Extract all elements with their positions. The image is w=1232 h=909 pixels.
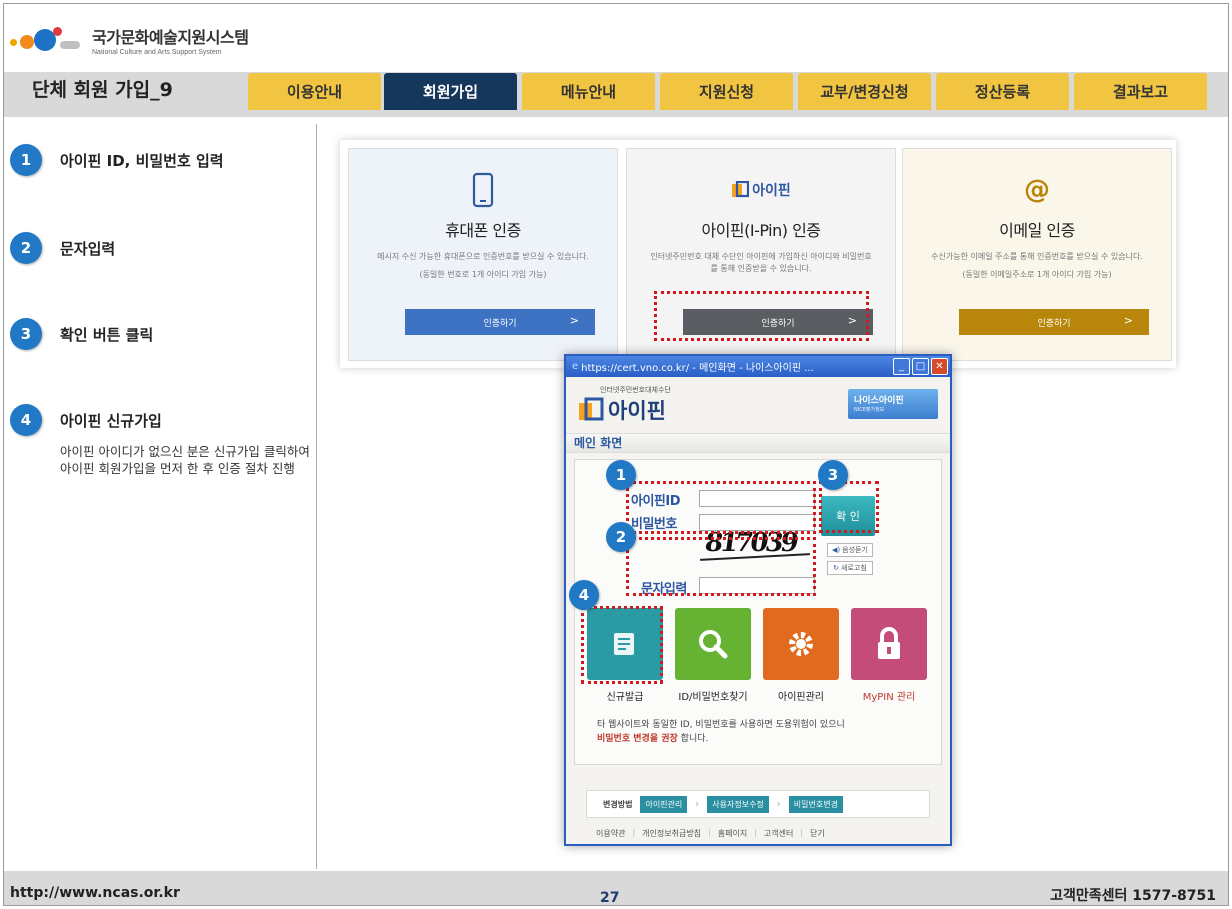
find-id-password-tile[interactable] bbox=[675, 608, 751, 680]
popup-titlebar[interactable]: e https://cert.vno.co.kr/ - 메인화면 - 나이스아이… bbox=[566, 356, 950, 377]
tile-label: MyPIN 관리 bbox=[862, 692, 916, 703]
change-step[interactable]: 비밀번호변경 bbox=[788, 795, 843, 813]
step-4-description: 아이핀 아이디가 없으신 분은 신규가입 클릭하여 아이핀 회원가입을 먼저 한… bbox=[60, 444, 310, 476]
card-desc: 인터넷주민번호 대체 수단인 아이핀에 가입하신 아이디와 비밀번호를 통해 인… bbox=[650, 252, 872, 273]
tab-1[interactable]: 이용안내 bbox=[248, 73, 381, 110]
close-icon[interactable]: ✕ bbox=[931, 358, 948, 375]
maximize-icon[interactable]: □ bbox=[912, 358, 929, 375]
ipin-caption: 인터넷주민번호대체수단 bbox=[600, 386, 671, 394]
speaker-icon: ◀) bbox=[832, 546, 841, 554]
nice-ipin-badge: 나이스아이핀 NICE평가정보 bbox=[848, 389, 938, 419]
highlight-new-issue bbox=[581, 606, 663, 684]
step-1: 1 아이핀 ID, 비밀번호 입력 bbox=[10, 144, 224, 176]
change-step[interactable]: 사용자정보수정 bbox=[707, 795, 769, 813]
ipin-manage-tile[interactable] bbox=[763, 608, 839, 680]
tab-3[interactable]: 메뉴안내 bbox=[522, 73, 655, 110]
logo-dots-icon bbox=[8, 25, 84, 55]
phone-auth-button[interactable]: 인증하기 > bbox=[405, 309, 595, 335]
card-phone-auth: 휴대폰 인증 메시지 수신 가능한 휴대폰으로 인증번호를 받으실 수 있습니다… bbox=[348, 148, 618, 361]
chevron-right-icon: > bbox=[569, 314, 579, 327]
logo-title: 국가문화예술지원시스템 bbox=[92, 28, 249, 47]
ie-icon: e bbox=[572, 361, 579, 372]
highlight-ipin-button bbox=[654, 291, 869, 341]
at-sign-icon: @ bbox=[1024, 175, 1050, 205]
tab-4[interactable]: 지원신청 bbox=[660, 73, 793, 110]
step-number: 1 bbox=[10, 144, 42, 176]
minimize-icon[interactable]: _ bbox=[893, 358, 910, 375]
card-title: 휴대폰 인증 bbox=[445, 221, 521, 240]
mobile-phone-icon bbox=[349, 169, 617, 211]
footer-link[interactable]: 홈페이지 bbox=[718, 828, 747, 839]
ncas-logo[interactable]: 국가문화예술지원시스템 National Culture and Arts Su… bbox=[8, 20, 249, 60]
card-desc: 수신가능한 이메일 주소를 통해 인증번호를 받으실 수 있습니다. bbox=[931, 252, 1143, 261]
step-label: 아이핀 ID, 비밀번호 입력 bbox=[60, 151, 224, 170]
step-label: 확인 버튼 클릭 bbox=[60, 325, 154, 344]
footer-link[interactable]: 개인정보취급방침 bbox=[642, 828, 701, 839]
lock-icon bbox=[878, 627, 900, 659]
gear-icon bbox=[789, 632, 813, 656]
tab-6[interactable]: 정산등록 bbox=[936, 73, 1069, 110]
callout-badge-3: 3 bbox=[818, 460, 848, 490]
highlight-id-password bbox=[626, 481, 816, 534]
step-number: 4 bbox=[10, 404, 42, 436]
callout-badge-4: 4 bbox=[569, 580, 599, 610]
refresh-icon: ↻ bbox=[833, 564, 840, 572]
vertical-divider bbox=[316, 124, 317, 869]
site-url[interactable]: http://www.ncas.or.kr bbox=[10, 885, 180, 901]
card-title: 이메일 인증 bbox=[999, 221, 1075, 240]
change-step[interactable]: 아이핀관리 bbox=[640, 795, 688, 813]
section-title: 메인 화면 bbox=[566, 433, 950, 453]
tab-7[interactable]: 결과보고 bbox=[1074, 73, 1207, 110]
step-number: 2 bbox=[10, 232, 42, 264]
tab-5[interactable]: 교부/변경신청 bbox=[798, 73, 931, 110]
card-note: (동일한 번호로 1개 아이디 가입 가능) bbox=[419, 270, 547, 279]
footer-link[interactable]: 고객센터 bbox=[764, 828, 793, 839]
refresh-captcha-button[interactable]: ↻ 새로고침 bbox=[827, 561, 873, 575]
card-title: 아이핀(I-Pin) 인증 bbox=[701, 221, 821, 240]
chevron-right-icon: › bbox=[776, 798, 781, 810]
ipin-popup-window[interactable]: e https://cert.vno.co.kr/ - 메인화면 - 나이스아이… bbox=[564, 354, 952, 846]
email-auth-button[interactable]: 인증하기 > bbox=[959, 309, 1149, 335]
step-2: 2 문자입력 bbox=[10, 232, 115, 264]
tile-label: ID/비밀번호찾기 bbox=[678, 692, 748, 703]
magnifier-icon bbox=[699, 630, 728, 659]
page-title: 단체 회원 가입_9 bbox=[32, 79, 173, 101]
popup-footer-links: 이용약관 | 개인정보취급방침 | 홈페이지 | 고객센터 | 닫기 bbox=[596, 828, 825, 839]
footer-link[interactable]: 닫기 bbox=[810, 828, 825, 839]
logo-subtitle: National Culture and Arts Support System bbox=[92, 49, 222, 56]
card-note: (동일한 이메일주소로 1개 아이디 가입 가능) bbox=[962, 270, 1112, 279]
step-label: 문자입력 bbox=[60, 239, 116, 258]
card-desc: 메시지 수신 가능한 휴대폰으로 인증번호를 받으실 수 있습니다. bbox=[377, 252, 589, 261]
support-center: 고객만족센터 1577-8751 bbox=[1050, 888, 1216, 904]
highlight-captcha bbox=[626, 537, 816, 596]
ipin-logo: 아이핀 bbox=[578, 395, 666, 425]
tile-label: 신규발급 bbox=[606, 692, 644, 703]
tab-2[interactable]: 회원가입 bbox=[384, 73, 517, 110]
step-label: 아이핀 신규가입 bbox=[60, 411, 162, 430]
listen-audio-button[interactable]: ◀) 음성듣기 bbox=[827, 543, 873, 557]
card-email-auth: @ 이메일 인증 수신가능한 이메일 주소를 통해 인증번호를 받으실 수 있습… bbox=[902, 148, 1172, 361]
page-number: 27 bbox=[600, 890, 620, 906]
ipin-mark-icon bbox=[579, 397, 604, 421]
popup-title: https://cert.vno.co.kr/ - 메인화면 - 나이스아이핀 … bbox=[581, 363, 814, 374]
step-number: 3 bbox=[10, 318, 42, 350]
footer-link[interactable]: 이용약관 bbox=[596, 828, 625, 839]
security-notice: 타 웹사이트와 동일한 ID, 비밀번호를 사용하면 도용위험이 있으니 비밀번호… bbox=[597, 720, 845, 744]
chevron-right-icon: › bbox=[695, 798, 700, 810]
tile-label: 아이핀관리 bbox=[778, 692, 824, 703]
step-4: 4 아이핀 신규가입 bbox=[10, 404, 162, 436]
mypin-manage-tile[interactable] bbox=[851, 608, 927, 680]
callout-badge-1: 1 bbox=[606, 460, 636, 490]
ipin-logo-icon: 아이핀 bbox=[627, 169, 895, 211]
step-3: 3 확인 버튼 클릭 bbox=[10, 318, 153, 350]
callout-badge-2: 2 bbox=[606, 522, 636, 552]
change-method-bar: 변경방법 아이핀관리 › 사용자정보수정 › 비밀번호변경 bbox=[586, 790, 930, 818]
chevron-right-icon: > bbox=[1123, 314, 1133, 327]
